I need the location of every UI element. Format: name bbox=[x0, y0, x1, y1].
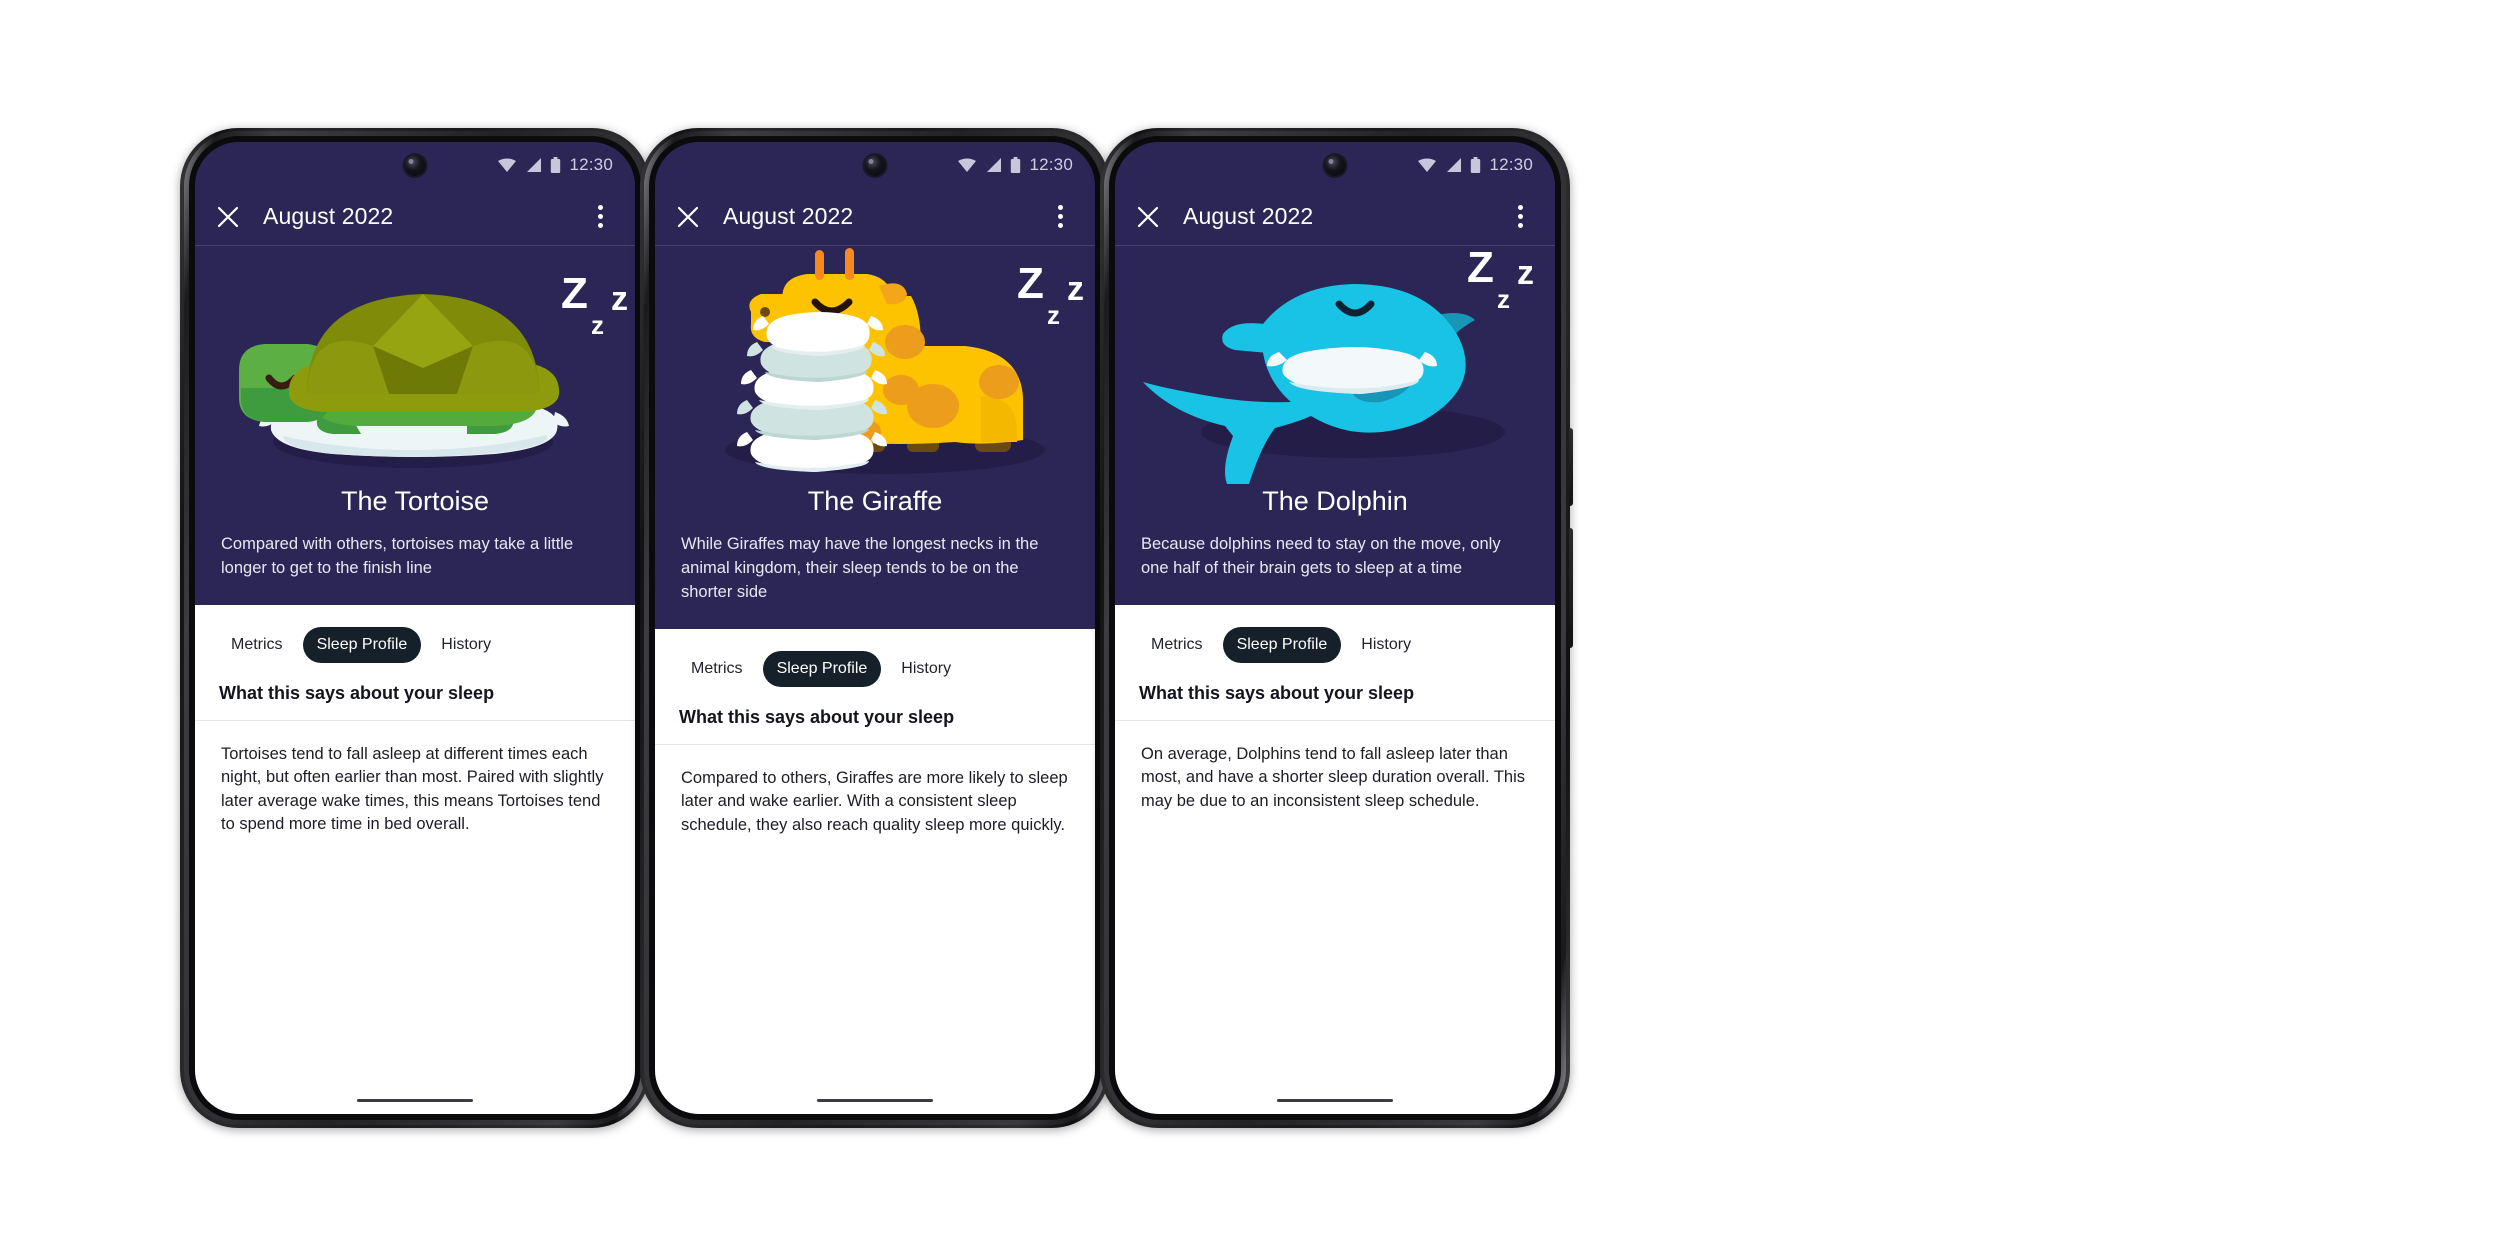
app-bar: August 2022 bbox=[655, 188, 1095, 246]
signal-icon bbox=[527, 158, 542, 172]
animal-description: Compared with others, tortoises may take… bbox=[221, 535, 574, 577]
home-indicator[interactable] bbox=[357, 1099, 473, 1102]
signal-icon bbox=[1447, 158, 1462, 172]
wifi-icon bbox=[1418, 158, 1437, 172]
section-heading: What this says about your sleep bbox=[195, 683, 635, 721]
animal-title: The Tortoise bbox=[340, 486, 490, 516]
screenshot-canvas: 12:30 August 2022 Z z z The Tortoise Com… bbox=[0, 0, 2500, 1250]
svg-text:z: z bbox=[1497, 284, 1510, 314]
hero-section: Z z z The Tortoise Compared with others,… bbox=[195, 246, 635, 605]
section-body-text: Compared to others, Giraffes are more li… bbox=[681, 768, 1068, 834]
phone-screen-tortoise: 12:30 August 2022 Z z z The Tortoise Com… bbox=[195, 142, 635, 1114]
tab-bar: Metrics Sleep Profile History bbox=[655, 629, 1095, 707]
battery-icon bbox=[1011, 156, 1021, 173]
signal-icon bbox=[987, 158, 1002, 172]
home-indicator[interactable] bbox=[1277, 1099, 1393, 1102]
more-vertical-icon[interactable] bbox=[583, 200, 617, 234]
phone-mockup-giraffe: 12:30 August 2022 Z z z The Giraffe Whil… bbox=[640, 128, 1113, 1128]
front-camera-punchhole bbox=[404, 155, 426, 176]
close-icon[interactable] bbox=[671, 200, 705, 234]
volume-button[interactable] bbox=[1569, 528, 1573, 648]
content-sheet: Metrics Sleep Profile History What this … bbox=[1115, 604, 1555, 1114]
hero-section: Z z z The Giraffe While Giraffes may hav… bbox=[655, 246, 1095, 629]
svg-text:Z: Z bbox=[561, 269, 588, 318]
tab-metrics[interactable]: Metrics bbox=[217, 627, 297, 663]
more-vertical-icon[interactable] bbox=[1503, 200, 1537, 234]
tab-sleep-profile[interactable]: Sleep Profile bbox=[302, 626, 422, 663]
content-sheet: Metrics Sleep Profile History What this … bbox=[195, 604, 635, 1114]
app-bar: August 2022 bbox=[195, 188, 635, 246]
wifi-icon bbox=[498, 158, 517, 172]
front-camera-punchhole bbox=[1324, 155, 1346, 176]
home-indicator[interactable] bbox=[817, 1099, 933, 1102]
status-bar: 12:30 bbox=[195, 142, 635, 188]
front-camera-punchhole bbox=[864, 155, 886, 176]
section-body-text: On average, Dolphins tend to fall asleep… bbox=[1141, 744, 1525, 810]
tab-metrics[interactable]: Metrics bbox=[1137, 627, 1217, 663]
battery-icon bbox=[1471, 156, 1481, 173]
phone-mockup-dolphin: 12:30 August 2022 Z z z The Dolphin Beca… bbox=[1100, 128, 1573, 1128]
dolphin-sleeping-illustration: Z z z bbox=[1115, 246, 1555, 484]
section-body-text: Tortoises tend to fall asleep at differe… bbox=[221, 744, 604, 834]
hero-section: Z z z The Dolphin Because dolphins need … bbox=[1115, 246, 1555, 605]
wifi-icon bbox=[958, 158, 977, 172]
tab-bar: Metrics Sleep Profile History bbox=[195, 605, 635, 683]
status-bar: 12:30 bbox=[655, 142, 1095, 188]
page-title: August 2022 bbox=[263, 203, 394, 229]
status-bar-time: 12:30 bbox=[1489, 155, 1533, 174]
svg-text:Z: Z bbox=[1467, 246, 1494, 292]
svg-text:z: z bbox=[611, 280, 628, 318]
tab-metrics[interactable]: Metrics bbox=[677, 651, 757, 687]
svg-text:z: z bbox=[1517, 254, 1534, 292]
status-bar-time: 12:30 bbox=[569, 155, 613, 174]
tab-sleep-profile[interactable]: Sleep Profile bbox=[762, 650, 882, 687]
tab-history[interactable]: History bbox=[887, 651, 965, 687]
svg-text:z: z bbox=[1047, 300, 1060, 330]
svg-text:z: z bbox=[591, 310, 604, 340]
tab-sleep-profile[interactable]: Sleep Profile bbox=[1222, 626, 1342, 663]
phone-screen-dolphin: 12:30 August 2022 Z z z The Dolphin Beca… bbox=[1115, 142, 1555, 1114]
giraffe-sleeping-illustration: Z z z bbox=[655, 246, 1095, 484]
phone-screen-giraffe: 12:30 August 2022 Z z z The Giraffe Whil… bbox=[655, 142, 1095, 1114]
app-bar: August 2022 bbox=[1115, 188, 1555, 246]
close-icon[interactable] bbox=[1131, 200, 1165, 234]
content-sheet: Metrics Sleep Profile History What this … bbox=[655, 628, 1095, 1114]
animal-title: The Giraffe bbox=[807, 486, 943, 516]
page-title: August 2022 bbox=[1183, 203, 1314, 229]
animal-title: The Dolphin bbox=[1262, 486, 1408, 516]
phone-mockup-tortoise: 12:30 August 2022 Z z z The Tortoise Com… bbox=[180, 128, 653, 1128]
section-heading: What this says about your sleep bbox=[655, 707, 1095, 745]
svg-text:Z: Z bbox=[1017, 259, 1044, 308]
tab-history[interactable]: History bbox=[427, 627, 505, 663]
battery-icon bbox=[551, 156, 561, 173]
tab-bar: Metrics Sleep Profile History bbox=[1115, 605, 1555, 683]
section-heading: What this says about your sleep bbox=[1115, 683, 1555, 721]
svg-text:z: z bbox=[1067, 270, 1084, 308]
page-title: August 2022 bbox=[723, 203, 854, 229]
more-vertical-icon[interactable] bbox=[1043, 200, 1077, 234]
tab-history[interactable]: History bbox=[1347, 627, 1425, 663]
status-bar-time: 12:30 bbox=[1029, 155, 1073, 174]
close-icon[interactable] bbox=[211, 200, 245, 234]
tortoise-sleeping-illustration: Z z z bbox=[195, 246, 635, 484]
animal-description: While Giraffes may have the longest neck… bbox=[681, 535, 1039, 601]
power-button[interactable] bbox=[1569, 428, 1573, 506]
status-bar: 12:30 bbox=[1115, 142, 1555, 188]
animal-description: Because dolphins need to stay on the mov… bbox=[1141, 535, 1501, 577]
